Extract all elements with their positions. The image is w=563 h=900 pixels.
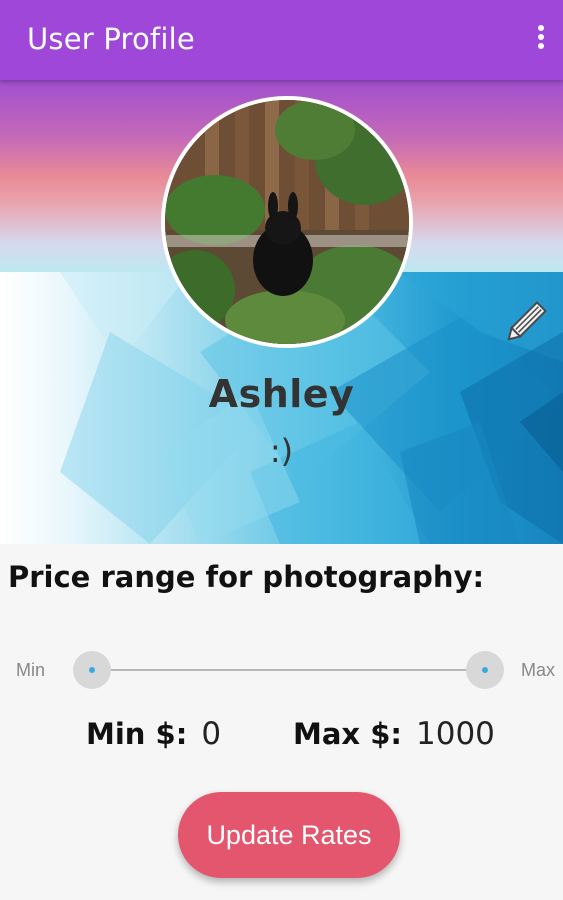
- max-price-value: 1000: [416, 716, 495, 752]
- price-range-slider-track[interactable]: [92, 669, 485, 671]
- min-price-value: 0: [201, 716, 222, 752]
- slider-max-label: Max: [521, 660, 556, 680]
- slider-min-label: Min: [16, 660, 46, 680]
- slider-max-thumb[interactable]: [466, 651, 504, 689]
- price-range-title: Price range for photography:: [8, 560, 485, 594]
- app-bar: User Profile: [0, 0, 563, 80]
- max-price-label: Max $:: [293, 717, 403, 751]
- pencil-icon[interactable]: [500, 298, 550, 348]
- min-price-label: Min $:: [86, 717, 188, 751]
- app-title: User Profile: [27, 22, 195, 56]
- max-price-display: Max $: 1000: [293, 716, 495, 752]
- profile-name: Ashley: [208, 372, 355, 416]
- min-price-display: Min $: 0: [86, 716, 221, 752]
- profile-status: :): [269, 432, 294, 470]
- update-rates-button[interactable]: Update Rates: [178, 792, 400, 878]
- profile-photo[interactable]: [161, 96, 413, 348]
- slider-min-thumb[interactable]: [73, 651, 111, 689]
- more-vert-icon[interactable]: [527, 22, 555, 58]
